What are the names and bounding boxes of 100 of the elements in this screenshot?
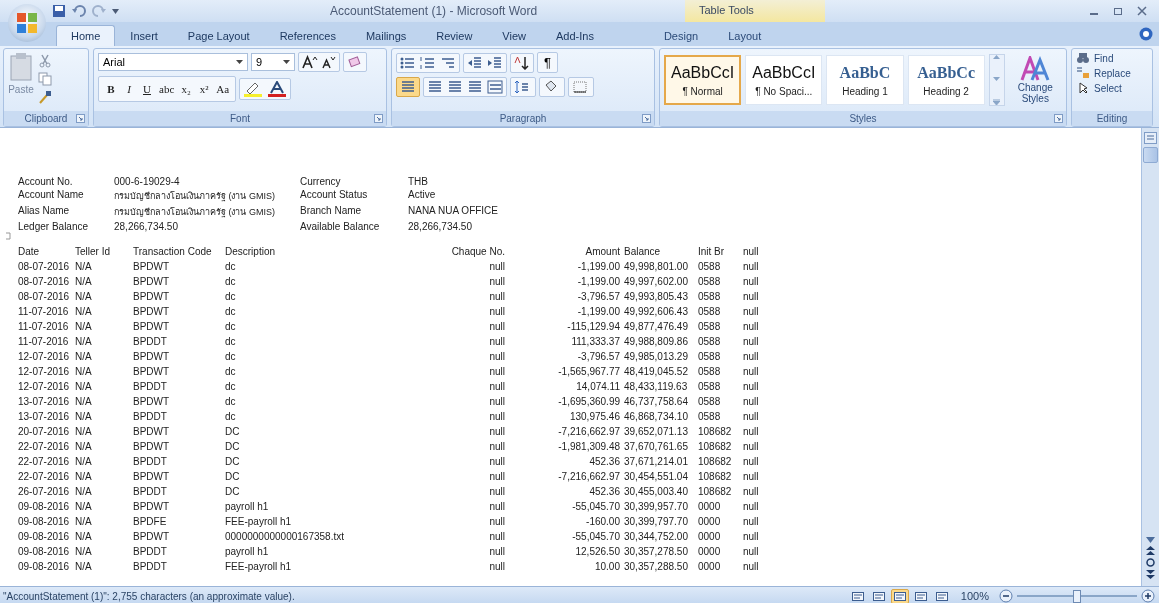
table-cell-text: BPDFE xyxy=(133,516,168,527)
format-painter-icon[interactable] xyxy=(38,90,52,104)
table-cell-text: 11-07-2016 xyxy=(18,306,70,317)
align-left-icon[interactable] xyxy=(400,80,416,94)
ribbon-tab[interactable]: Home xyxy=(56,25,116,46)
cut-icon[interactable] xyxy=(38,54,52,68)
table-cell-text: dc xyxy=(225,381,237,392)
table-cell-text: BPDWT xyxy=(133,291,171,302)
table-cell-text: -160.00 xyxy=(585,516,620,527)
ribbon-tab[interactable]: Layout xyxy=(713,25,777,46)
group-label: Clipboard xyxy=(4,111,88,126)
dropdown-arrow-icon[interactable] xyxy=(112,7,119,15)
scroll-down-icon[interactable] xyxy=(1146,537,1155,543)
table-cell-text: 30,454,551.04 xyxy=(623,471,689,482)
zoom-out-icon[interactable] xyxy=(999,589,1013,603)
grow-font-icon[interactable] xyxy=(302,55,318,69)
dialog-launcher-icon[interactable] xyxy=(1054,114,1063,123)
multilevel-list-icon[interactable] xyxy=(440,55,456,70)
style-gallery-item[interactable]: AaBbC Heading 1 xyxy=(826,55,904,105)
font-size-field[interactable]: 9 xyxy=(251,53,295,71)
editing-button[interactable]: Find xyxy=(1076,52,1148,64)
align-right-icon[interactable] xyxy=(447,80,463,94)
undo-icon[interactable] xyxy=(72,4,86,18)
close-icon[interactable] xyxy=(1137,6,1147,16)
table-cell-text: 09-08-2016 xyxy=(18,516,71,527)
zoom-slider-thumb[interactable] xyxy=(1073,590,1081,603)
table-cell-text: 13-07-2016 xyxy=(18,396,71,407)
next-page-icon[interactable] xyxy=(1146,570,1155,579)
format-button[interactable]: I xyxy=(120,79,138,99)
window-title: AccountStatement (1) - Microsoft Word xyxy=(330,4,538,18)
table-cell-text: BPDWT xyxy=(133,426,171,437)
editing-button[interactable]: Select xyxy=(1076,82,1148,94)
office-logo-icon[interactable] xyxy=(16,12,38,34)
ribbon-tab[interactable]: References xyxy=(264,25,351,46)
ribbon-tab[interactable]: Page Layout xyxy=(172,25,265,46)
borders-icon[interactable] xyxy=(572,80,590,94)
dialog-launcher-icon[interactable] xyxy=(374,114,383,123)
ribbon-tab[interactable]: Design xyxy=(648,25,714,46)
table-cell-text: N/A xyxy=(75,501,93,512)
format-button[interactable]: U xyxy=(138,79,156,99)
table-cell-text: null xyxy=(743,336,760,347)
save-icon[interactable] xyxy=(52,4,66,18)
format-button[interactable]: B xyxy=(102,79,120,99)
distribute-icon[interactable] xyxy=(487,80,503,94)
dialog-launcher-icon[interactable] xyxy=(642,114,651,123)
table-cell-text: null xyxy=(743,351,760,362)
table-cell-text: payroll h1 xyxy=(225,501,270,512)
shrink-font-icon[interactable] xyxy=(322,55,336,69)
table-cell-text: BPDWT xyxy=(133,261,171,272)
restore-icon[interactable] xyxy=(1113,6,1123,16)
format-button[interactable]: abc xyxy=(156,79,178,99)
increase-indent-icon[interactable] xyxy=(487,55,503,70)
ribbon-tab[interactable]: Review xyxy=(421,25,488,46)
zoom-in-icon[interactable] xyxy=(1141,589,1155,603)
format-button[interactable]: Aa xyxy=(213,79,233,99)
table-cell-text: null xyxy=(488,261,505,272)
change-styles-button[interactable]: Change Styles xyxy=(1008,56,1062,104)
table-cell-text: payroll h1 xyxy=(225,546,270,557)
dialog-launcher-icon[interactable] xyxy=(76,114,85,123)
style-gallery-item[interactable]: AaBbCc Heading 2 xyxy=(907,55,985,105)
font-name-field[interactable]: Arial xyxy=(98,53,248,71)
scrollbar-thumb[interactable] xyxy=(1143,147,1158,163)
zoom-level[interactable]: 100% xyxy=(960,590,989,602)
sort-icon[interactable] xyxy=(514,55,530,70)
table-cell-text: BPDWT xyxy=(133,396,171,407)
ribbon-tab[interactable]: Add-Ins xyxy=(541,25,609,46)
table-cell-text: 108682 xyxy=(698,456,733,467)
table-cell-text: -115,129.94 xyxy=(566,321,620,332)
table-cell-text: N/A xyxy=(75,261,93,272)
clear-formatting-icon[interactable] xyxy=(347,55,363,69)
table-cell-text: 46,737,758.64 xyxy=(623,396,689,407)
decrease-indent-icon[interactable] xyxy=(467,55,483,70)
table-cell-text: 46,868,734.10 xyxy=(623,411,689,422)
help-icon[interactable] xyxy=(1139,27,1153,41)
bullets-icon[interactable] xyxy=(400,55,416,70)
browse-object-icon[interactable] xyxy=(1146,558,1155,567)
table-cell-text: null xyxy=(488,561,505,572)
editing-button[interactable]: Replace xyxy=(1076,67,1148,79)
table-cell-text: 108682 xyxy=(698,441,733,452)
previous-page-icon[interactable] xyxy=(1146,546,1155,555)
group-label: Editing xyxy=(1072,111,1152,126)
style-gallery-item[interactable]: AaBbCcI ¶ No Spaci... xyxy=(745,55,823,105)
highlight-icon[interactable] xyxy=(243,81,264,97)
format-button[interactable]: x² xyxy=(195,79,214,99)
ribbon-tab[interactable]: Insert xyxy=(115,25,173,46)
view-mode-icon[interactable] xyxy=(890,588,909,603)
justify-icon[interactable] xyxy=(467,80,483,94)
table-cell-text: null xyxy=(743,291,760,302)
table-cell-text: 0000 xyxy=(698,531,722,542)
style-gallery-item[interactable]: AaBbCcI ¶ Normal xyxy=(664,55,742,105)
table-cell-text: 09-08-2016 xyxy=(18,561,71,572)
font-color-icon[interactable] xyxy=(267,81,288,97)
ribbon-tab[interactable]: Mailings xyxy=(350,25,422,46)
format-button[interactable]: x₂ xyxy=(177,79,196,99)
align-center-icon[interactable] xyxy=(427,80,443,94)
ruler-toggle-icon[interactable] xyxy=(1144,132,1157,144)
ribbon-tab[interactable]: View xyxy=(487,25,541,46)
table-cell-text: N/A xyxy=(75,291,93,302)
table-move-handle-icon[interactable] xyxy=(5,232,11,240)
numbering-icon[interactable] xyxy=(420,55,436,70)
